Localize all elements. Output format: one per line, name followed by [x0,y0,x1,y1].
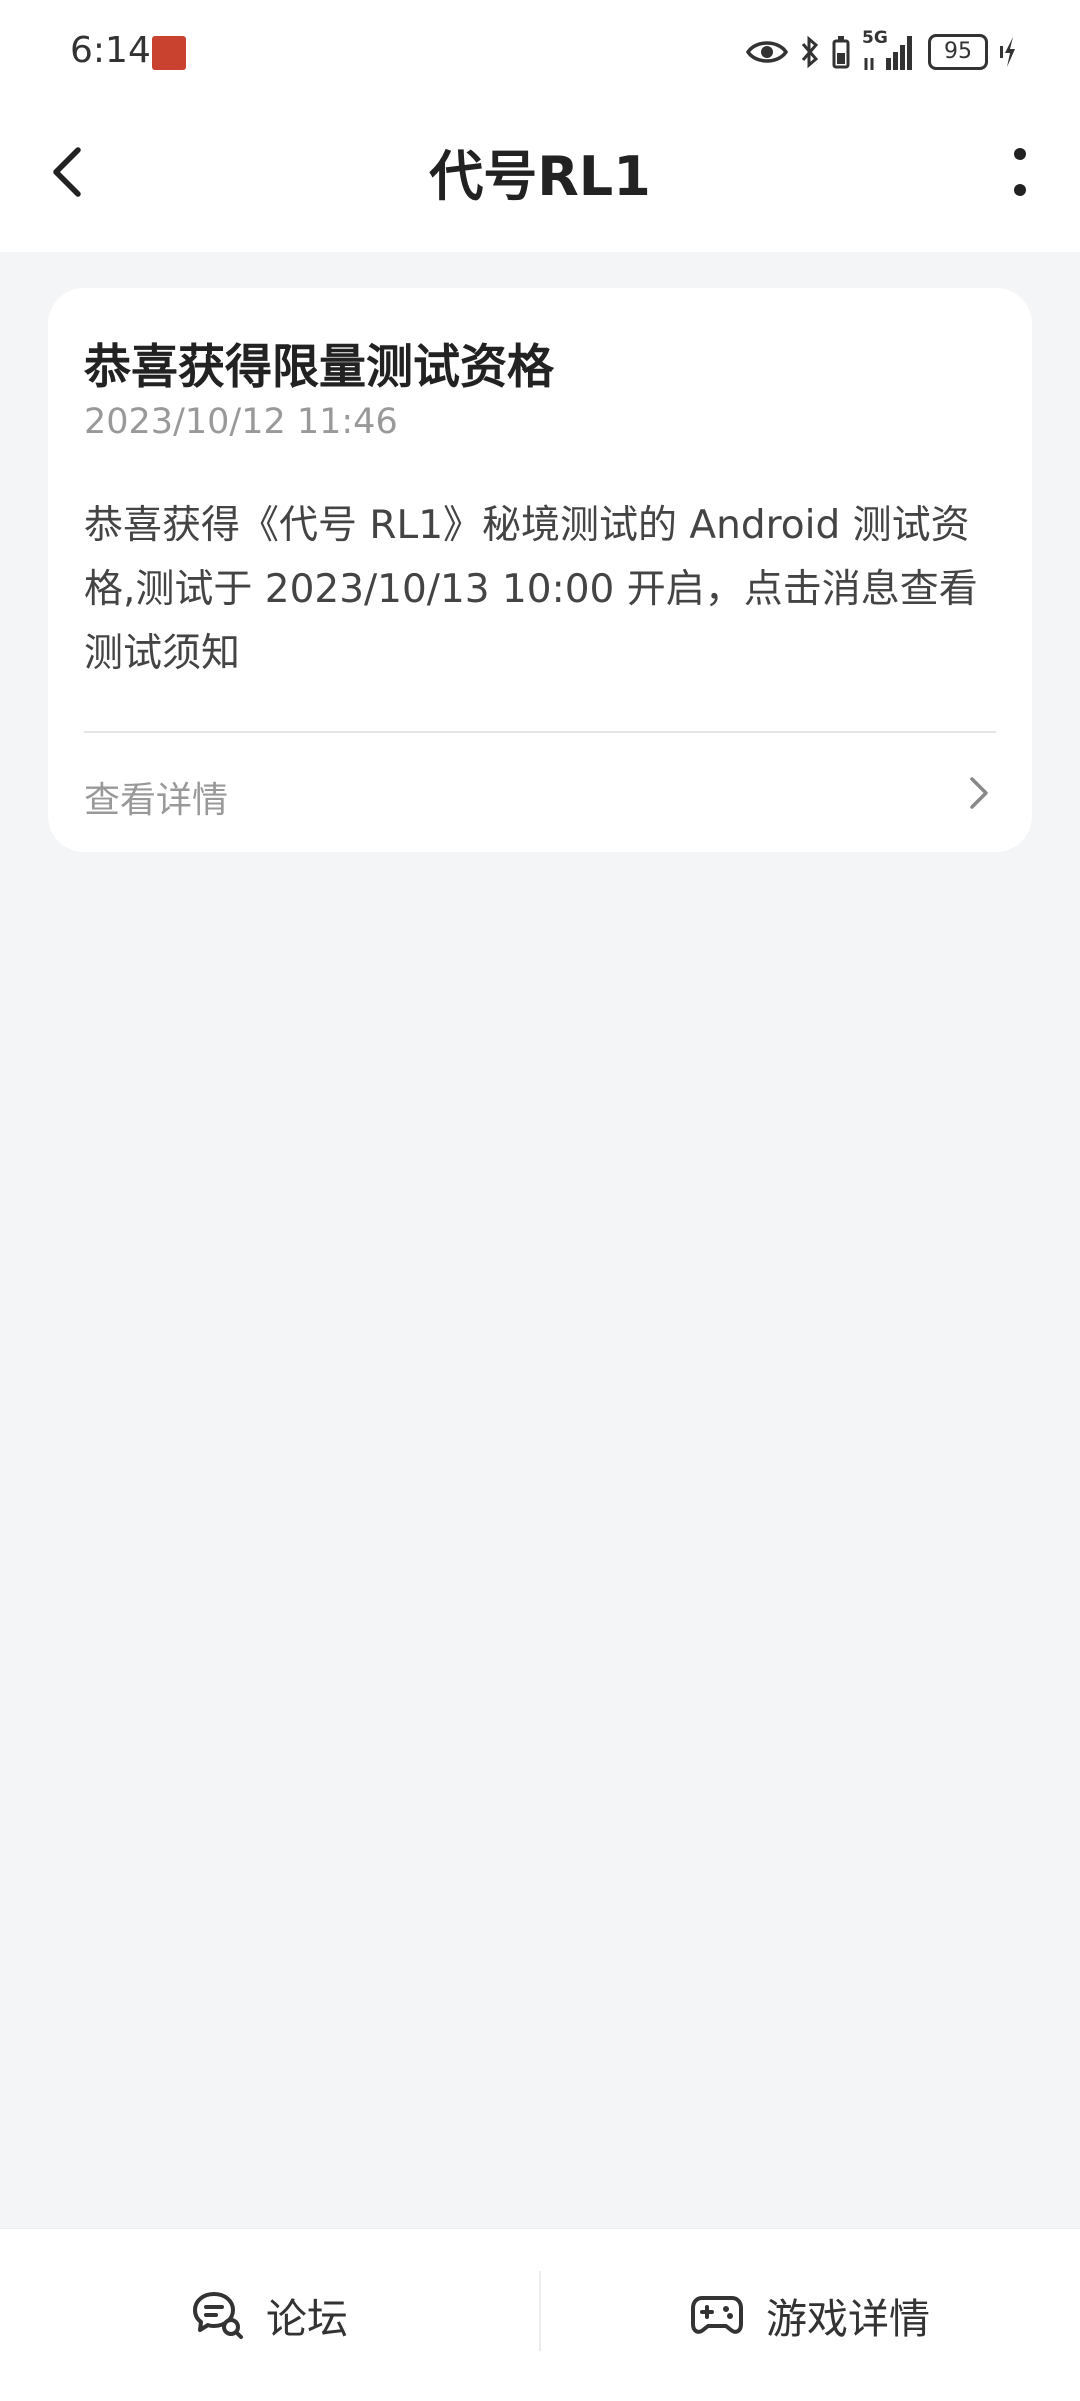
gamepad-icon [691,2296,743,2334]
game-details-button[interactable]: 游戏详情 [540,2229,1080,2401]
message-card[interactable]: 恭喜获得限量测试资格 2023/10/12 11:46 恭喜获得《代号 RL1》… [48,288,1032,852]
forum-button[interactable]: 论坛 [0,2229,540,2401]
message-time: 2023/10/12 11:46 [84,402,398,442]
app-header: 代号RL1 [0,104,1080,252]
bottom-action-bar: 论坛 游戏详情 [0,2228,1080,2401]
view-details-link[interactable]: 查看详情 [48,733,1032,852]
app-notification-icon [152,36,186,70]
view-details-label: 查看详情 [84,780,229,821]
charging-icon [1000,37,1015,67]
chevron-right-icon [970,777,988,809]
forum-chat-icon [193,2292,243,2339]
status-time: 6:14 [70,30,151,71]
battery-indicator: 95 [928,34,988,70]
game-details-label: 游戏详情 [766,2295,930,2343]
bluetooth-icon [801,35,819,69]
message-title: 恭喜获得限量测试资格 [84,340,554,395]
page-title: 代号RL1 [429,145,651,208]
eye-icon [746,41,788,63]
status-icons: 5G 95 [746,28,1016,74]
more-vertical-icon [1014,148,1026,196]
battery-small-icon [832,36,850,69]
signal-icon: 5G [862,28,916,72]
forum-label: 论坛 [266,2295,348,2343]
status-bar: 6:14 5G 95 [0,0,1080,104]
message-body: 恭喜获得《代号 RL1》秘境测试的 Android 测试资格,测试于 2023/… [84,503,978,676]
more-options-button[interactable] [990,136,1050,208]
